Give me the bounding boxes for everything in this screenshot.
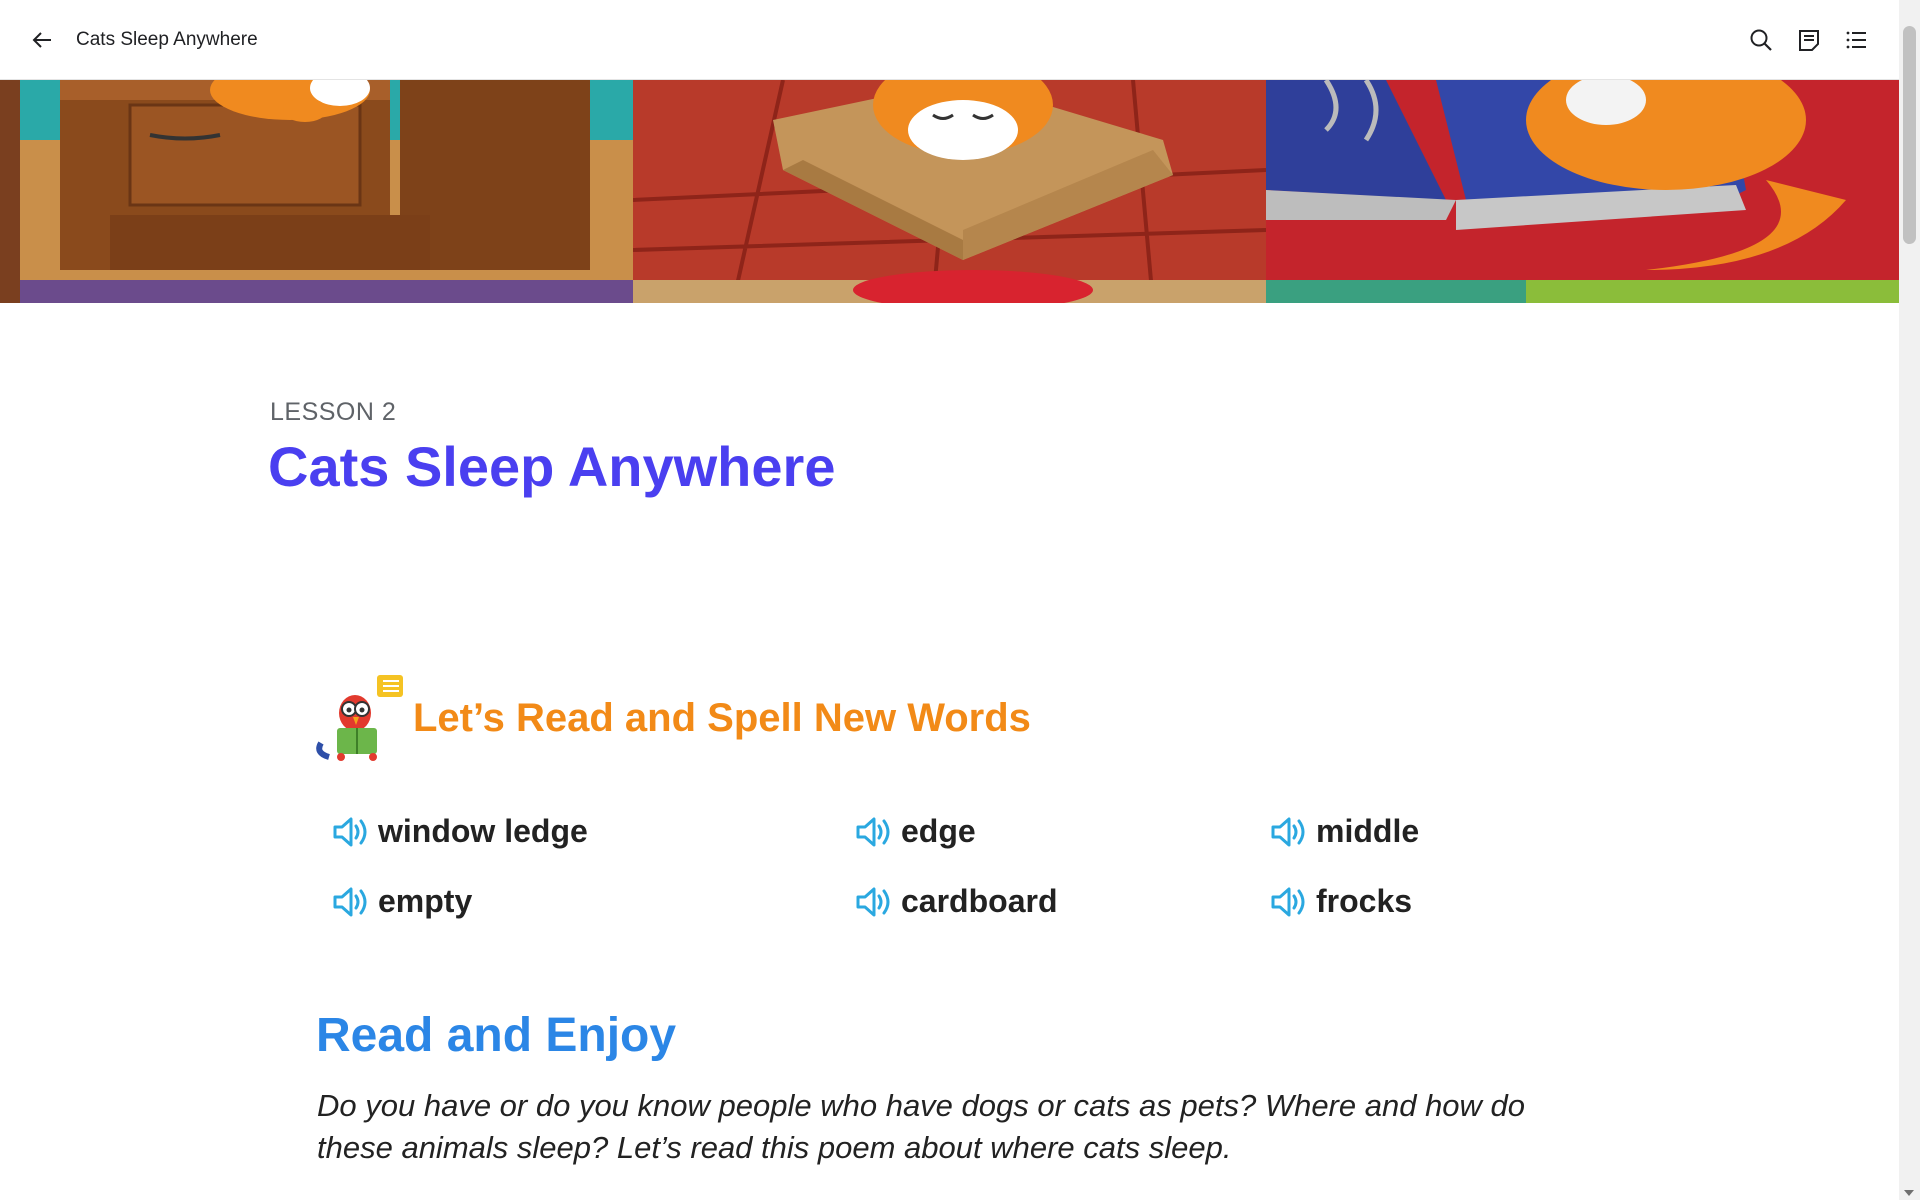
- vocabulary-section-title: Let’s Read and Spell New Words: [413, 695, 1031, 740]
- speaker-icon[interactable]: [855, 885, 895, 919]
- lesson-banner-illustration: [0, 80, 1899, 303]
- vocab-word-cardboard[interactable]: cardboard: [855, 883, 1057, 920]
- vocab-word-label: window ledge: [378, 813, 588, 849]
- vocab-word-label: frocks: [1316, 883, 1413, 919]
- table-of-contents-icon: [1846, 31, 1866, 48]
- book-title: Cats Sleep Anywhere: [76, 28, 258, 50]
- read-and-enjoy-heading: Read and Enjoy: [316, 1009, 677, 1062]
- vocab-word-empty[interactable]: empty: [332, 883, 472, 920]
- search-button[interactable]: [1739, 18, 1783, 62]
- notes-icon: [1799, 29, 1819, 51]
- speaker-icon[interactable]: [1270, 885, 1310, 919]
- topbar-actions: [1735, 18, 1879, 62]
- scroll-down-arrow-icon[interactable]: [1904, 1190, 1914, 1196]
- scrollbar-thumb[interactable]: [1903, 26, 1916, 244]
- notes-button[interactable]: [1787, 18, 1831, 62]
- reading-parrot-mascot-icon: [316, 675, 403, 761]
- back-arrow-icon: [32, 31, 51, 48]
- speaker-icon[interactable]: [332, 815, 372, 849]
- vocab-word-label: middle: [1316, 813, 1420, 849]
- top-app-bar: Cats Sleep Anywhere: [0, 0, 1899, 80]
- reading-intro-text: Do you have or do you know people who ha…: [317, 1088, 1526, 1165]
- vocab-word-edge[interactable]: edge: [855, 813, 976, 850]
- vertical-scrollbar[interactable]: [1899, 0, 1920, 1200]
- speaker-icon[interactable]: [332, 885, 372, 919]
- vocab-word-frocks[interactable]: frocks: [1270, 883, 1412, 920]
- speaker-icon[interactable]: [1270, 815, 1310, 849]
- speaker-icon[interactable]: [855, 815, 895, 849]
- vocab-word-middle[interactable]: middle: [1270, 813, 1419, 850]
- cat-in-drawer-illustration: [0, 80, 633, 303]
- table-of-contents-button[interactable]: [1835, 18, 1879, 62]
- cat-in-cardboard-box-illustration: [633, 80, 1266, 303]
- vocabulary-section-header: Let’s Read and Spell New Words: [315, 673, 1031, 763]
- search-icon: [1750, 29, 1772, 51]
- vocab-word-label: empty: [378, 883, 473, 919]
- vocab-word-label: edge: [901, 813, 976, 849]
- vocab-word-label: cardboard: [901, 883, 1058, 919]
- lesson-number: LESSON 2: [270, 398, 397, 426]
- vocab-word-window-ledge[interactable]: window ledge: [332, 813, 588, 850]
- lesson-title: Cats Sleep Anywhere: [268, 435, 836, 498]
- cat-on-sneakers-illustration: [1266, 80, 1899, 303]
- back-button[interactable]: [20, 18, 64, 62]
